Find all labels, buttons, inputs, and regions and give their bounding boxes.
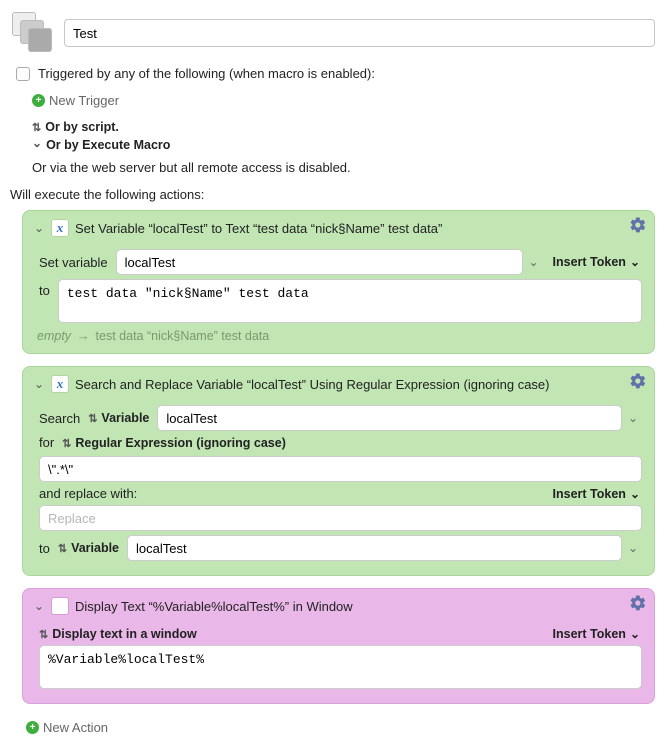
action3-text-value-input[interactable] — [39, 645, 642, 689]
action3-insert-token[interactable]: Insert Token — [551, 627, 642, 641]
plus-icon: + — [26, 721, 39, 734]
macro-name-input[interactable] — [64, 19, 655, 47]
replace-with-label: and replace with: — [39, 486, 137, 501]
action3-gear-button[interactable] — [628, 593, 648, 613]
chevron-down-icon[interactable]: ⌄ — [624, 411, 642, 425]
window-icon — [51, 597, 69, 615]
new-trigger-button[interactable]: + New Trigger — [32, 93, 119, 108]
gear-icon — [629, 594, 647, 612]
chevron-down-icon[interactable]: ⌄ — [624, 541, 642, 555]
to-label: to — [39, 541, 50, 556]
action3-title: Display Text “%Variable%localTest%” in W… — [75, 599, 353, 614]
action1-gear-button[interactable] — [628, 215, 648, 235]
plus-icon: + — [32, 94, 45, 107]
action1-preview: empty → test data “nick§Name” test data — [37, 329, 640, 343]
action1-variable-name-input[interactable] — [116, 249, 523, 275]
trigger-enable-checkbox[interactable] — [16, 67, 30, 81]
action2-gear-button[interactable] — [628, 371, 648, 391]
chevron-down-icon — [32, 138, 42, 152]
gear-icon — [629, 216, 647, 234]
to-label: to — [39, 279, 50, 298]
action2-insert-token[interactable]: Insert Token — [551, 487, 642, 501]
display-mode-select[interactable]: Display text in a window — [39, 627, 197, 641]
action1-title: Set Variable “localTest” to Text “test d… — [75, 221, 442, 236]
or-by-script[interactable]: Or by script. — [32, 120, 655, 134]
set-variable-label: Set variable — [39, 255, 108, 270]
action3-disclosure[interactable]: ⌄ — [33, 599, 45, 613]
sort-icon — [58, 541, 67, 555]
search-source-mode[interactable]: Variable — [88, 411, 149, 425]
action1-insert-token[interactable]: Insert Token — [551, 255, 642, 269]
will-execute-label: Will execute the following actions: — [10, 187, 655, 202]
sort-icon — [39, 627, 48, 641]
for-label: for — [39, 435, 54, 450]
action2-pattern-input[interactable] — [39, 456, 642, 482]
for-mode-select[interactable]: Regular Expression (ignoring case) — [62, 436, 286, 450]
sort-icon — [62, 436, 71, 450]
action2-to-variable-input[interactable] — [127, 535, 622, 561]
triggered-by-label: Triggered by any of the following (when … — [38, 66, 375, 81]
chevron-down-icon[interactable]: ⌄ — [525, 255, 543, 269]
to-mode-select[interactable]: Variable — [58, 541, 119, 555]
variable-icon: x — [51, 375, 69, 393]
or-by-execute-macro[interactable]: Or by Execute Macro — [32, 138, 655, 152]
action1-text-value-input[interactable] — [58, 279, 642, 323]
sort-icon — [32, 120, 41, 134]
action2-replace-input[interactable] — [39, 505, 642, 531]
new-trigger-label: New Trigger — [49, 93, 119, 108]
new-action-label: New Action — [43, 720, 108, 735]
macro-icon — [10, 10, 56, 56]
action-search-replace[interactable]: ⌄ x Search and Replace Variable “localTe… — [22, 366, 655, 576]
sort-icon — [88, 411, 97, 425]
action2-disclosure[interactable]: ⌄ — [33, 377, 45, 391]
action2-title: Search and Replace Variable “localTest” … — [75, 377, 550, 392]
gear-icon — [629, 372, 647, 390]
action-set-variable[interactable]: ⌄ x Set Variable “localTest” to Text “te… — [22, 210, 655, 354]
action-display-text[interactable]: ⌄ Display Text “%Variable%localTest%” in… — [22, 588, 655, 704]
action2-search-variable-input[interactable] — [157, 405, 622, 431]
action1-disclosure[interactable]: ⌄ — [33, 221, 45, 235]
search-label: Search — [39, 411, 80, 426]
new-action-button[interactable]: + New Action — [26, 720, 108, 735]
variable-icon: x — [51, 219, 69, 237]
web-server-note: Or via the web server but all remote acc… — [32, 160, 655, 175]
